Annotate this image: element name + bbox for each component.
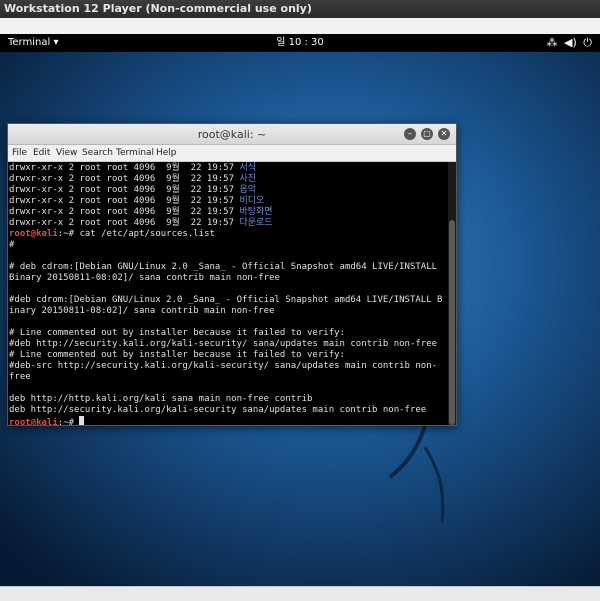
listing-text: drwxr-xr-x 2 root root 4096 9월 22 19:57 xyxy=(9,174,240,184)
listing-text: drwxr-xr-x 2 root root 4096 9월 22 19:57 xyxy=(9,185,240,195)
directory-name: 다운로드 xyxy=(239,218,273,228)
terminal-window: root@kali: ~ – ▢ ✕ File Edit View Search… xyxy=(7,123,457,426)
terminal-line: drwxr-xr-x 2 root root 4096 9월 22 19:57 … xyxy=(9,207,273,218)
text-cursor xyxy=(79,416,85,425)
terminal-line: free xyxy=(9,372,31,382)
terminal-line: root@kali:~# cat /etc/apt/sources.list xyxy=(9,229,215,240)
terminal-line: drwxr-xr-x 2 root root 4096 9월 22 19:57 … xyxy=(9,185,256,196)
system-tray[interactable]: ⁂ ◀) ⏻ xyxy=(544,34,592,52)
scrollbar-thumb[interactable] xyxy=(449,220,455,425)
menu-terminal[interactable]: Terminal xyxy=(116,148,154,158)
terminal-line: deb http://security.kali.org/kali-securi… xyxy=(9,405,427,415)
maximize-button[interactable]: ▢ xyxy=(421,128,433,140)
terminal-line: #deb cdrom:[Debian GNU/Linux 2.0 _Sana_ … xyxy=(9,295,443,305)
directory-name: 사진 xyxy=(239,174,256,184)
terminal-line: drwxr-xr-x 2 root root 4096 9월 22 19:57 … xyxy=(9,163,256,174)
terminal-line: drwxr-xr-x 2 root root 4096 9월 22 19:57 … xyxy=(9,196,264,207)
host-status-strip xyxy=(0,586,600,601)
host-toolbar-strip xyxy=(0,18,600,35)
terminal-line: #deb http://security.kali.org/kali-secur… xyxy=(9,339,438,349)
clock[interactable]: 일 10 : 30 xyxy=(0,34,600,52)
terminal-line: drwxr-xr-x 2 root root 4096 9월 22 19:57 … xyxy=(9,174,256,185)
terminal-line: # Line commented out by installer becaus… xyxy=(9,350,345,360)
shell-prompt: root@kali xyxy=(9,229,58,239)
power-icon[interactable]: ⏻ xyxy=(583,36,592,49)
listing-text: drwxr-xr-x 2 root root 4096 9월 22 19:57 xyxy=(9,218,240,228)
network-icon[interactable]: ⁂ xyxy=(547,36,558,49)
terminal-output[interactable]: drwxr-xr-x 2 root root 4096 9월 22 19:57 … xyxy=(8,162,448,425)
volume-icon[interactable]: ◀) xyxy=(564,36,577,49)
terminal-line: root@kali:~# xyxy=(9,416,85,425)
terminal-line: # Line commented out by installer becaus… xyxy=(9,328,345,338)
terminal-scrollbar[interactable] xyxy=(448,162,456,425)
menu-edit[interactable]: Edit xyxy=(33,148,50,158)
listing-text: drwxr-xr-x 2 root root 4096 9월 22 19:57 xyxy=(9,196,240,206)
terminal-titlebar[interactable]: root@kali: ~ – ▢ ✕ xyxy=(8,124,456,145)
minimize-button[interactable]: – xyxy=(404,128,416,140)
terminal-line: # xyxy=(9,240,15,250)
terminal-line: inary 20150811-08:02]/ sana contrib main… xyxy=(9,306,275,316)
close-button[interactable]: ✕ xyxy=(438,128,450,140)
host-window-title: Workstation 12 Player (Non-commercial us… xyxy=(4,2,312,15)
command-text: :~# cat /etc/apt/sources.list xyxy=(57,229,215,239)
menu-view[interactable]: View xyxy=(56,148,77,158)
terminal-menubar: File Edit View Search Terminal Help xyxy=(8,145,456,162)
terminal-line: drwxr-xr-x 2 root root 4096 9월 22 19:57 … xyxy=(9,218,273,229)
host-window-titlebar[interactable]: Workstation 12 Player (Non-commercial us… xyxy=(0,0,600,18)
terminal-line: deb http://http.kali.org/kali sana main … xyxy=(9,394,313,404)
listing-text: drwxr-xr-x 2 root root 4096 9월 22 19:57 xyxy=(9,163,240,173)
menu-file[interactable]: File xyxy=(12,148,27,158)
terminal-line: #deb-src http://security.kali.org/kali-s… xyxy=(9,361,438,371)
terminal-line: Binary 20150811-08:02]/ sana contrib mai… xyxy=(9,273,280,283)
listing-text: drwxr-xr-x 2 root root 4096 9월 22 19:57 xyxy=(9,207,240,217)
directory-name: 서식 xyxy=(239,163,256,173)
directory-name: 음악 xyxy=(239,185,256,195)
gnome-top-panel: Terminal ▾ 일 10 : 30 ⁂ ◀) ⏻ xyxy=(0,34,600,52)
directory-name: 비디오 xyxy=(239,196,265,206)
command-text: :~# xyxy=(57,418,80,425)
menu-search[interactable]: Search xyxy=(82,148,113,158)
shell-prompt: root@kali xyxy=(9,418,58,425)
terminal-line: # deb cdrom:[Debian GNU/Linux 2.0 _Sana_… xyxy=(9,262,438,272)
guest-desktop: Terminal ▾ 일 10 : 30 ⁂ ◀) ⏻ root@kali: ~… xyxy=(0,34,600,586)
terminal-title: root@kali: ~ xyxy=(197,128,267,141)
directory-name: 바탕화면 xyxy=(239,207,273,217)
menu-help[interactable]: Help xyxy=(156,148,177,158)
